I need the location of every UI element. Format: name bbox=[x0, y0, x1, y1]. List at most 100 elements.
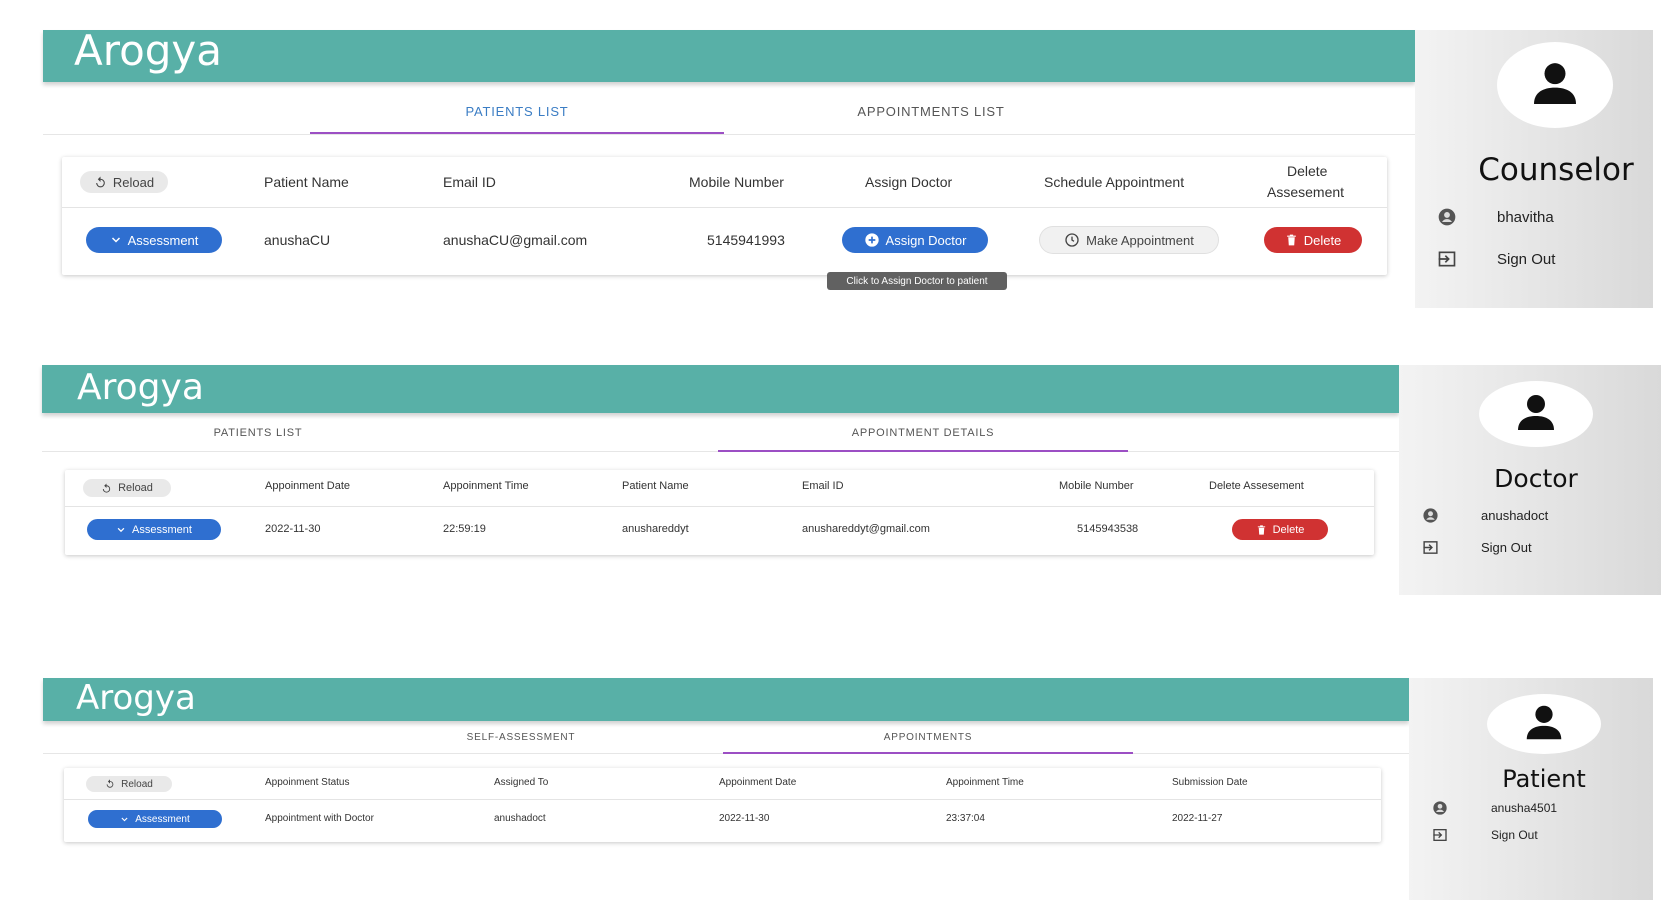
row-divider bbox=[64, 799, 1381, 800]
brand-title: Arogya bbox=[74, 26, 223, 75]
account-item: anushadoct bbox=[1419, 507, 1548, 524]
person-icon bbox=[1527, 55, 1583, 116]
chevron-down-icon bbox=[110, 234, 122, 246]
tab-appointments[interactable]: APPOINTMENTS bbox=[723, 732, 1133, 743]
reload-label: Reload bbox=[118, 482, 153, 494]
trash-icon bbox=[1285, 233, 1298, 247]
user-role: Counselor bbox=[1478, 152, 1634, 188]
tab-bar: PATIENTS LIST APPOINTMENT DETAILS bbox=[42, 418, 1399, 452]
reload-icon bbox=[94, 176, 107, 189]
delete-label: Delete bbox=[1272, 523, 1305, 536]
app-header: Arogya bbox=[43, 26, 1415, 82]
patient-sidebar: Patient anusha4501 Sign Out bbox=[1409, 678, 1653, 900]
reload-icon bbox=[105, 779, 115, 789]
avatar bbox=[1479, 381, 1593, 447]
username: bhavitha bbox=[1497, 208, 1554, 226]
brand-title: Arogya bbox=[77, 367, 204, 408]
sign-out-icon bbox=[1419, 539, 1441, 556]
column-header: Patient Name bbox=[264, 174, 349, 190]
column-header: Mobile Number bbox=[1059, 480, 1134, 492]
account-circle-icon bbox=[1429, 800, 1451, 816]
tab-appointments-list[interactable]: APPOINTMENTS LIST bbox=[724, 104, 1138, 119]
appointment-time: 22:59:19 bbox=[443, 523, 486, 535]
tab-appointment-details[interactable]: APPOINTMENT DETAILS bbox=[718, 427, 1128, 439]
patients-table: Reload Patient Name Email ID Mobile Numb… bbox=[62, 157, 1387, 275]
active-tab-indicator bbox=[310, 132, 724, 134]
trash-icon bbox=[1256, 524, 1267, 536]
column-header: Appoinment Date bbox=[265, 480, 350, 492]
tab-bar: PATIENTS LIST APPOINTMENTS LIST bbox=[43, 92, 1415, 135]
email: anushaCU@gmail.com bbox=[443, 232, 588, 248]
person-icon bbox=[1512, 388, 1560, 441]
app-header: Arogya bbox=[42, 365, 1399, 413]
add-circle-icon bbox=[864, 232, 880, 248]
tab-patients-list[interactable]: PATIENTS LIST bbox=[310, 104, 724, 119]
assign-doctor-tooltip: Click to Assign Doctor to patient bbox=[827, 272, 1007, 290]
user-role: Patient bbox=[1502, 765, 1586, 793]
reload-button[interactable]: Reload bbox=[86, 776, 172, 792]
assessment-button[interactable]: Assessment bbox=[87, 519, 221, 540]
sign-out-icon bbox=[1429, 827, 1451, 843]
account-circle-icon bbox=[1419, 507, 1441, 524]
tab-patients-list[interactable]: PATIENTS LIST bbox=[42, 427, 474, 439]
make-appointment-button[interactable]: Make Appointment bbox=[1040, 227, 1218, 253]
appointment-date: 2022-11-30 bbox=[719, 813, 770, 824]
sign-out-icon bbox=[1435, 249, 1459, 269]
tab-bar: SELF-ASSESSMENT APPOINTMENTS bbox=[43, 724, 1409, 754]
app-header: Arogya bbox=[43, 678, 1409, 721]
delete-button[interactable]: Delete bbox=[1232, 519, 1328, 540]
assessment-button[interactable]: Assessment bbox=[86, 227, 222, 253]
active-tab-indicator bbox=[718, 450, 1128, 452]
column-header: Mobile Number bbox=[689, 174, 784, 190]
person-icon bbox=[1521, 699, 1567, 750]
column-header: Delete bbox=[1287, 163, 1328, 179]
row-divider bbox=[65, 506, 1374, 507]
reload-label: Reload bbox=[112, 174, 155, 190]
patient-name: anushareddyt bbox=[622, 523, 689, 535]
account-circle-icon bbox=[1435, 207, 1459, 227]
reload-button[interactable]: Reload bbox=[80, 171, 168, 193]
avatar bbox=[1487, 694, 1601, 754]
chevron-down-icon bbox=[120, 815, 129, 824]
email: anushareddyt@gmail.com bbox=[802, 523, 930, 535]
column-header: Appoinment Time bbox=[443, 480, 529, 492]
reload-button[interactable]: Reload bbox=[83, 479, 171, 497]
assign-doctor-label: Assign Doctor bbox=[885, 232, 967, 248]
account-item: bhavitha bbox=[1435, 207, 1554, 227]
doctor-sidebar: Doctor anushadoct Sign Out bbox=[1399, 365, 1661, 595]
appointment-time: 23:37:04 bbox=[946, 813, 985, 824]
column-header: Assigned To bbox=[494, 777, 549, 788]
assign-doctor-button[interactable]: Assign Doctor bbox=[842, 227, 988, 253]
patient-name: anushaCU bbox=[264, 232, 331, 248]
sign-out-item[interactable]: Sign Out bbox=[1429, 827, 1538, 843]
column-header: Appoinment Status bbox=[265, 777, 350, 788]
submission-date: 2022-11-27 bbox=[1172, 813, 1223, 824]
mobile-number: 5145943538 bbox=[1077, 523, 1139, 535]
sign-out-item[interactable]: Sign Out bbox=[1419, 539, 1532, 556]
reload-icon bbox=[101, 482, 112, 494]
appointments-table: Reload Appoinment Date Appoinment Time P… bbox=[65, 470, 1374, 555]
delete-label: Delete bbox=[1303, 232, 1342, 248]
sign-out-item[interactable]: Sign Out bbox=[1435, 249, 1555, 269]
assigned-to: anushadoct bbox=[494, 813, 546, 824]
sign-out-label: Sign Out bbox=[1497, 250, 1556, 268]
column-header: Appoinment Time bbox=[946, 777, 1024, 788]
tab-self-assessment[interactable]: SELF-ASSESSMENT bbox=[311, 732, 731, 743]
sign-out-label: Sign Out bbox=[1481, 540, 1532, 555]
self-assessment-table: Reload Appoinment Status Assigned To App… bbox=[64, 768, 1381, 842]
column-header: Assesement bbox=[1267, 184, 1345, 200]
column-header: Email ID bbox=[802, 480, 844, 492]
username: anushadoct bbox=[1481, 508, 1549, 523]
assessment-label: Assessment bbox=[132, 523, 192, 536]
column-header: Schedule Appointment bbox=[1044, 174, 1185, 190]
mobile-number: 5145941993 bbox=[707, 232, 785, 248]
sign-out-label: Sign Out bbox=[1491, 828, 1538, 842]
delete-button[interactable]: Delete bbox=[1264, 227, 1362, 253]
reload-label: Reload bbox=[121, 778, 153, 790]
appointment-status: Appointment with Doctor bbox=[265, 813, 374, 824]
appointment-date: 2022-11-30 bbox=[265, 523, 321, 535]
column-header: Appoinment Date bbox=[719, 777, 797, 788]
assessment-button[interactable]: Assessment bbox=[88, 810, 222, 828]
column-header: Submission Date bbox=[1172, 777, 1248, 788]
column-header: Delete Assesement bbox=[1209, 480, 1304, 492]
